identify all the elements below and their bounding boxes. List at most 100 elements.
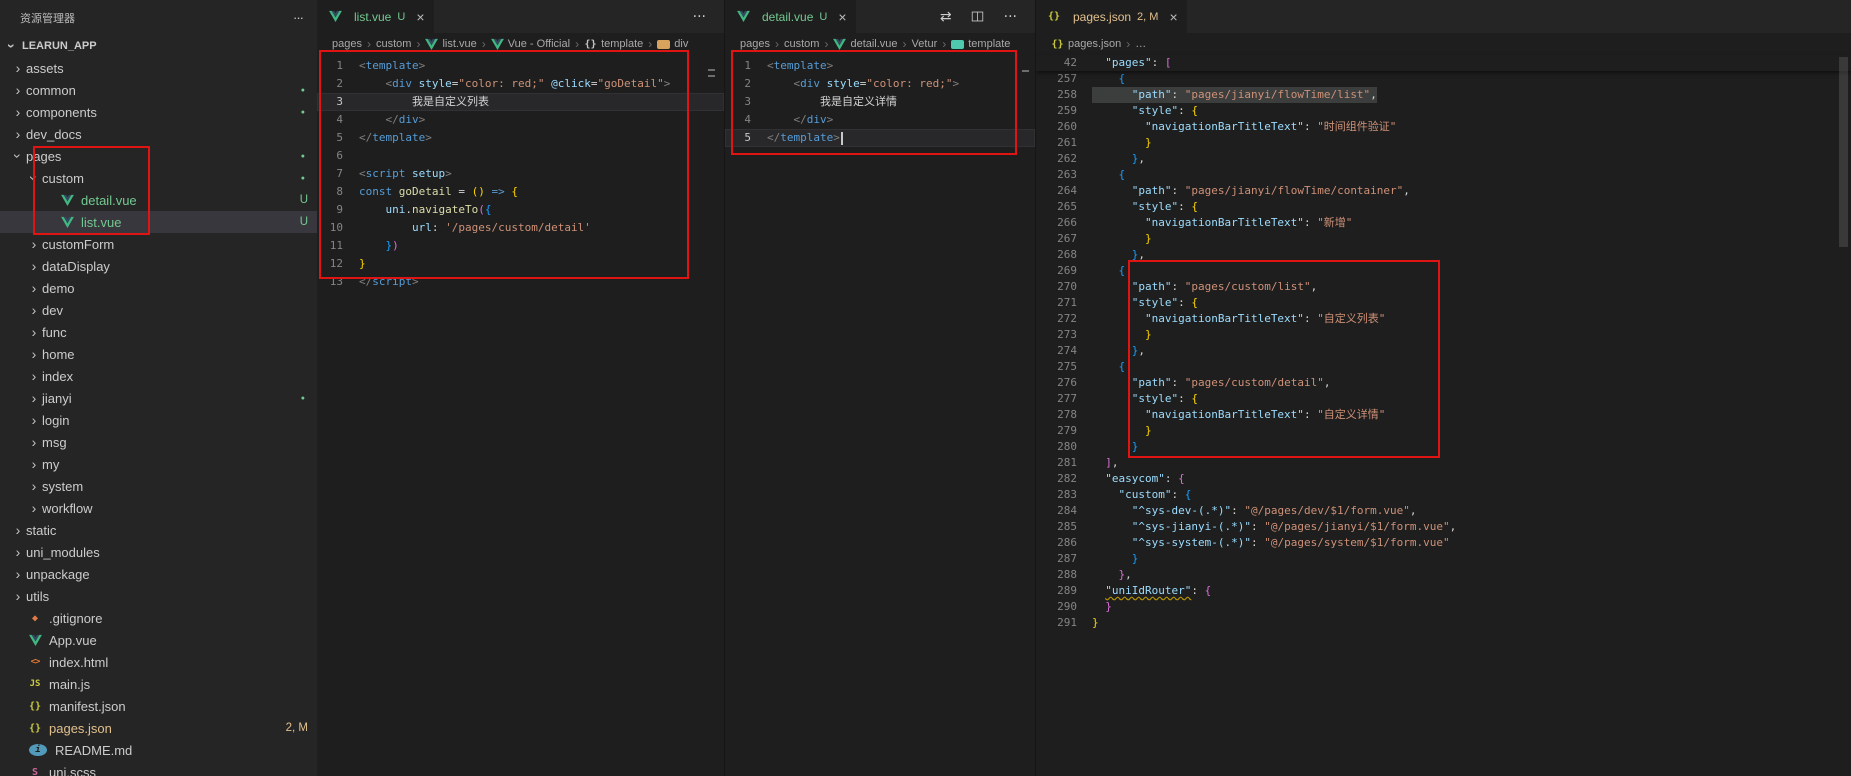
breadcrumb-item-div[interactable]: div <box>657 38 688 50</box>
file-tree-item-components[interactable]: ›components● <box>0 101 317 123</box>
file-tree-item-utils[interactable]: ›utils <box>0 585 317 607</box>
code-line-269[interactable]: 269 { <box>1036 263 1851 279</box>
code-line-1[interactable]: 1<template> <box>317 57 724 75</box>
code-line-9[interactable]: 9 uni.navigateTo({ <box>317 201 724 219</box>
code-line-1[interactable]: 1<template> <box>725 57 1035 75</box>
chevron-right-icon[interactable]: › <box>26 368 42 384</box>
chevron-right-icon[interactable]: › <box>26 434 42 450</box>
code-line-3[interactable]: 3 我是自定义详情 <box>725 93 1035 111</box>
chevron-right-icon[interactable]: › <box>26 280 42 296</box>
breadcrumb-item-list-vue[interactable]: list.vue <box>425 36 476 52</box>
chevron-right-icon[interactable]: › <box>10 588 26 604</box>
file-tree-item-pages-json[interactable]: {}pages.json2, M <box>0 717 317 739</box>
file-tree-item-list-vue[interactable]: list.vueU <box>0 211 317 233</box>
breadcrumb-item-vetur[interactable]: Vetur <box>912 38 938 50</box>
code-line-3[interactable]: 3 我是自定义列表 <box>317 93 724 111</box>
code-line-287[interactable]: 287 } <box>1036 551 1851 567</box>
breadcrumb-item-vue-official[interactable]: Vue - Official <box>491 36 570 52</box>
file-tree-item-index[interactable]: ›index <box>0 365 317 387</box>
code-line-265[interactable]: 265 "style": { <box>1036 199 1851 215</box>
chevron-right-icon[interactable]: › <box>26 324 42 340</box>
file-tree-item-home[interactable]: ›home <box>0 343 317 365</box>
tab-list-vue[interactable]: list.vueU× <box>317 0 435 33</box>
file-tree-item-demo[interactable]: ›demo <box>0 277 317 299</box>
code-line-261[interactable]: 261 } <box>1036 135 1851 151</box>
code-line-268[interactable]: 268 }, <box>1036 247 1851 263</box>
code-line-13[interactable]: 13</script> <box>317 273 724 291</box>
file-tree-item-manifest-json[interactable]: {}manifest.json <box>0 695 317 717</box>
file-tree-item-pages[interactable]: ›pages● <box>0 145 317 167</box>
file-tree-item-dev[interactable]: ›dev <box>0 299 317 321</box>
chevron-right-icon[interactable]: › <box>26 302 42 318</box>
chevron-right-icon[interactable]: › <box>10 104 26 120</box>
chevron-right-icon[interactable]: › <box>26 346 42 362</box>
file-tree-item-detail-vue[interactable]: detail.vueU <box>0 189 317 211</box>
tab-pages-json[interactable]: {}pages.json2, M× <box>1036 0 1188 33</box>
chevron-down-icon[interactable]: › <box>26 170 42 186</box>
file-tree-item-msg[interactable]: ›msg <box>0 431 317 453</box>
code-line-275[interactable]: 275 { <box>1036 359 1851 375</box>
sticky-scroll-line[interactable]: 42 "pages": [ <box>1036 55 1851 71</box>
chevron-right-icon[interactable]: › <box>10 522 26 538</box>
code-line-271[interactable]: 271 "style": { <box>1036 295 1851 311</box>
compare-icon[interactable]: ⇄ <box>940 9 952 25</box>
breadcrumb-item-pages[interactable]: pages <box>740 38 770 50</box>
chevron-right-icon[interactable]: › <box>26 258 42 274</box>
split-icon[interactable] <box>970 9 986 25</box>
code-line-284[interactable]: 284 "^sys-dev-(.*)": "@/pages/dev/$1/for… <box>1036 503 1851 519</box>
breadcrumb-item-custom[interactable]: custom <box>376 38 411 50</box>
chevron-right-icon[interactable]: › <box>10 126 26 142</box>
code-line-12[interactable]: 12} <box>317 255 724 273</box>
code-line-277[interactable]: 277 "style": { <box>1036 391 1851 407</box>
code-line-290[interactable]: 290 } <box>1036 599 1851 615</box>
file-tree-item-readme-md[interactable]: iREADME.md <box>0 739 317 761</box>
code-line-288[interactable]: 288 }, <box>1036 567 1851 583</box>
breadcrumb-item-detail-vue[interactable]: detail.vue <box>833 36 897 52</box>
chevron-right-icon[interactable]: › <box>26 478 42 494</box>
close-icon[interactable]: × <box>1169 9 1177 25</box>
code-line-263[interactable]: 263 { <box>1036 167 1851 183</box>
file-tree-item-datadisplay[interactable]: ›dataDisplay <box>0 255 317 277</box>
file-tree-item-dev-docs[interactable]: ›dev_docs <box>0 123 317 145</box>
file-tree-item-app-vue[interactable]: App.vue <box>0 629 317 651</box>
more-icon[interactable]: ··· <box>1004 9 1017 25</box>
code-line-2[interactable]: 2 <div style="color: red;" @click="goDet… <box>317 75 724 93</box>
code-line-257[interactable]: 257 { <box>1036 71 1851 87</box>
code-line-5[interactable]: 5</template> <box>317 129 724 147</box>
code-line-260[interactable]: 260 "navigationBarTitleText": "时间组件验证" <box>1036 119 1851 135</box>
tab-detail-vue[interactable]: detail.vueU× <box>725 0 857 33</box>
file-tree-item-jianyi[interactable]: ›jianyi● <box>0 387 317 409</box>
breadcrumb-item-pages-json[interactable]: {}pages.json <box>1051 36 1121 52</box>
code-line-281[interactable]: 281 ], <box>1036 455 1851 471</box>
code-line-289[interactable]: 289 "uniIdRouter": { <box>1036 583 1851 599</box>
file-tree-item-customform[interactable]: ›customForm <box>0 233 317 255</box>
chevron-right-icon[interactable]: › <box>10 544 26 560</box>
file-tree-item-assets[interactable]: ›assets <box>0 57 317 79</box>
code-line-10[interactable]: 10 url: '/pages/custom/detail' <box>317 219 724 237</box>
code-line-266[interactable]: 266 "navigationBarTitleText": "新增" <box>1036 215 1851 231</box>
chevron-right-icon[interactable]: › <box>26 456 42 472</box>
breadcrumb-item-pages[interactable]: pages <box>332 38 362 50</box>
code-line-4[interactable]: 4 </div> <box>725 111 1035 129</box>
code-line-7[interactable]: 7<script setup> <box>317 165 724 183</box>
code-line-270[interactable]: 270 "path": "pages/custom/list", <box>1036 279 1851 295</box>
code-line-4[interactable]: 4 </div> <box>317 111 724 129</box>
file-tree-item-static[interactable]: ›static <box>0 519 317 541</box>
breadcrumb-item-template[interactable]: {}template <box>584 36 643 52</box>
code-line-5[interactable]: 5</template> <box>725 129 1035 147</box>
file-tree-item-func[interactable]: ›func <box>0 321 317 343</box>
code-line-286[interactable]: 286 "^sys-system-(.*)": "@/pages/system/… <box>1036 535 1851 551</box>
more-icon[interactable]: ··· <box>693 9 706 25</box>
code-line-274[interactable]: 274 }, <box>1036 343 1851 359</box>
chevron-right-icon[interactable]: › <box>10 60 26 76</box>
project-root[interactable]: › LEARUN_APP <box>0 35 317 57</box>
file-tree-item-gitignore[interactable]: ◆.gitignore <box>0 607 317 629</box>
code-line-259[interactable]: 259 "style": { <box>1036 103 1851 119</box>
code-line-11[interactable]: 11 }) <box>317 237 724 255</box>
code-line-2[interactable]: 2 <div style="color: red;"> <box>725 75 1035 93</box>
file-tree-item-uni-modules[interactable]: ›uni_modules <box>0 541 317 563</box>
code-line-278[interactable]: 278 "navigationBarTitleText": "自定义详情" <box>1036 407 1851 423</box>
code-line-282[interactable]: 282 "easycom": { <box>1036 471 1851 487</box>
code-line-267[interactable]: 267 } <box>1036 231 1851 247</box>
file-tree-item-custom[interactable]: ›custom● <box>0 167 317 189</box>
